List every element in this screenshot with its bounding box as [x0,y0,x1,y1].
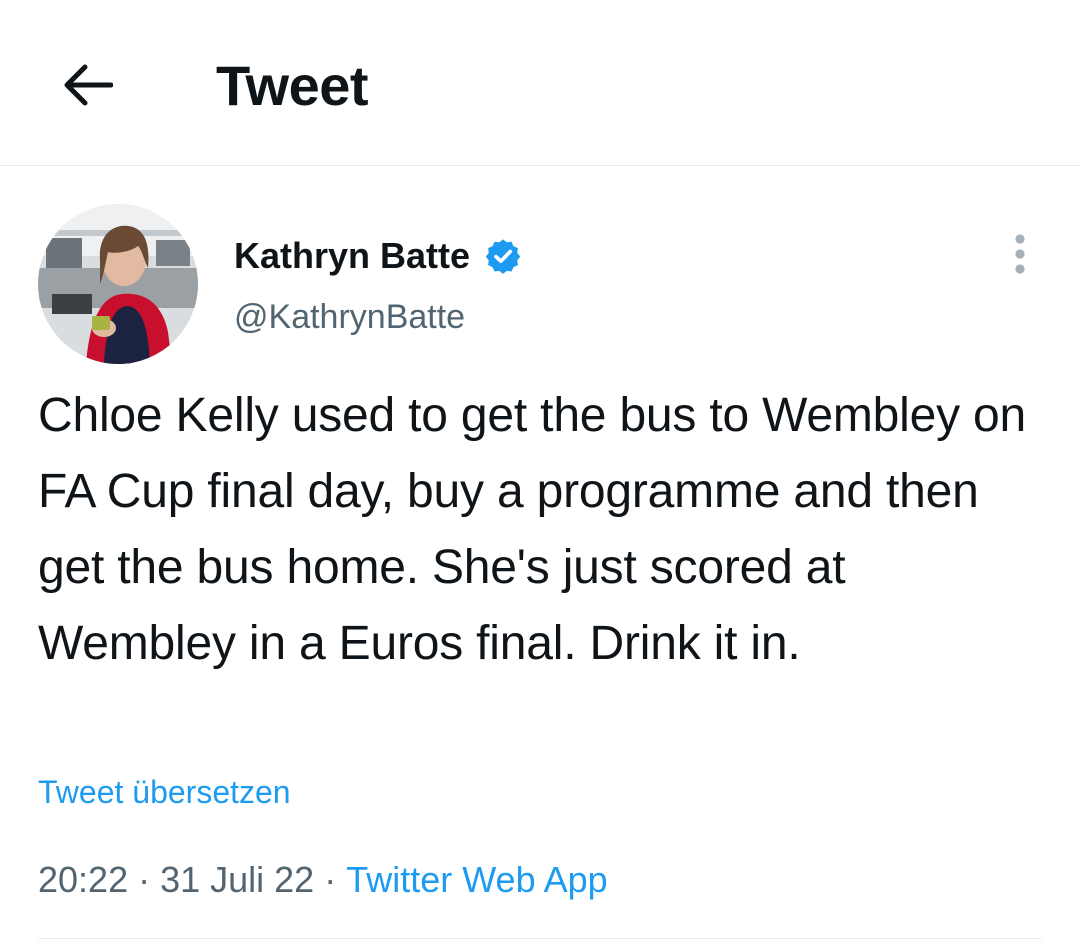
more-vertical-icon [1015,234,1025,274]
avatar[interactable] [38,204,198,364]
divider [38,938,1042,939]
author-name-text: Kathryn Batte [234,235,471,276]
separator: · [138,859,151,900]
back-button[interactable] [52,50,122,120]
author-handle[interactable]: @KathrynBatte [234,296,465,338]
avatar-photo [38,204,198,364]
page-title: Tweet [216,54,369,117]
separator: · [324,859,337,900]
translate-tweet-link[interactable]: Tweet übersetzen [38,772,291,812]
tweet-text: Chloe Kelly used to get the bus to Wembl… [38,389,1027,670]
verified-badge-icon [485,239,521,274]
author-name[interactable]: Kathryn Batte [234,234,522,278]
tweet-source-link[interactable]: Twitter Web App [346,859,607,900]
tweet-time[interactable]: 20:22 [38,859,128,900]
top-bar: Tweet [0,0,1080,166]
more-options-button[interactable] [998,226,1042,282]
tweet-metadata: 20:22 · 31 Juli 22 · Twitter Web App [38,858,608,902]
arrow-left-icon [64,64,113,106]
tweet-date[interactable]: 31 Juli 22 [160,859,314,900]
